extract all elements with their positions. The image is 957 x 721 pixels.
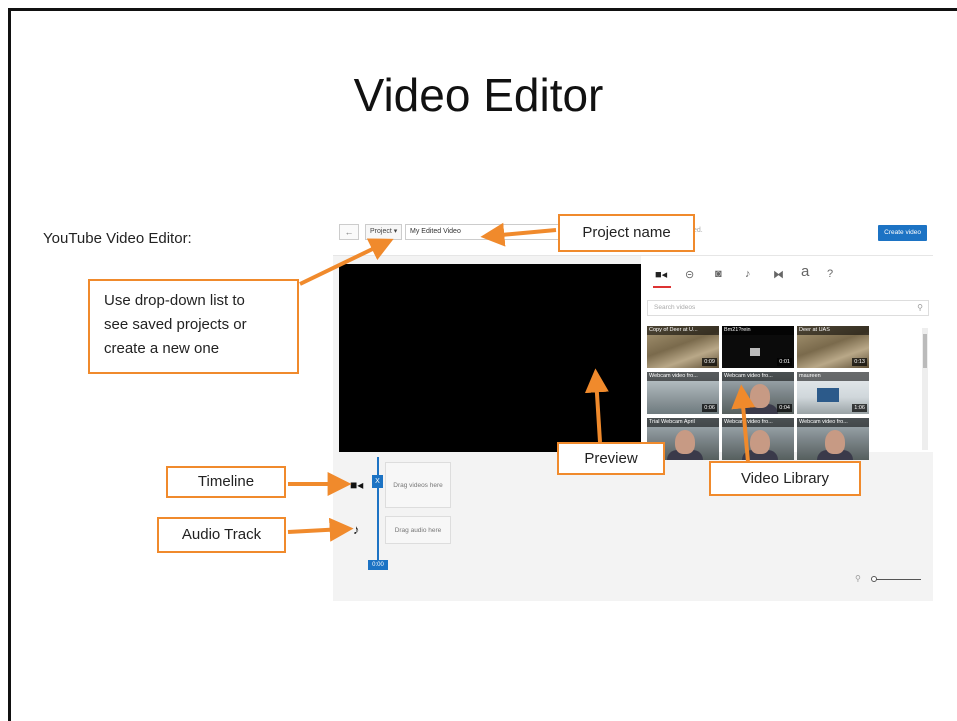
- video-thumbnail[interactable]: Webcam video fro... 0:06: [647, 372, 719, 414]
- text-icon[interactable]: a: [801, 263, 809, 280]
- thumb-face: [750, 430, 770, 454]
- video-thumbnail-title: Webcam video fro...: [722, 372, 794, 381]
- zoom-slider-handle[interactable]: [871, 576, 877, 582]
- video-thumbnail-title: Deer at UAS: [797, 326, 869, 335]
- drag-audio-dropzone[interactable]: Drag audio here: [385, 516, 451, 544]
- zoom-slider[interactable]: [875, 579, 921, 580]
- video-thumbnail-title: Webcam video fro...: [647, 372, 719, 381]
- video-thumbnail-title: Webcam video fro...: [797, 418, 869, 427]
- video-thumbnail[interactable]: Bm21?rein 0:01: [722, 326, 794, 368]
- library-tool-tabs: ■◂ ⊝ ◙ ♪ ⧓ a ?: [647, 260, 927, 288]
- thumb-screen: [817, 388, 839, 402]
- library-scrollbar-thumb[interactable]: [923, 334, 927, 368]
- search-placeholder: Search videos: [654, 304, 696, 311]
- video-thumbnail[interactable]: Webcam video fro...: [797, 418, 869, 460]
- drag-videos-dropzone[interactable]: Drag videos here: [385, 462, 451, 508]
- video-thumbnail[interactable]: Webcam video fro... 0:04: [722, 372, 794, 414]
- playhead-line[interactable]: [377, 457, 379, 566]
- video-thumbnail-title: Bm21?rein: [722, 326, 794, 335]
- video-thumbnail[interactable]: Copy of Deer at U... 0:09: [647, 326, 719, 368]
- bowtie-icon[interactable]: ⧓: [773, 268, 784, 281]
- video-thumbnail[interactable]: Deer at UAS 0:13: [797, 326, 869, 368]
- back-arrow-icon[interactable]: ←: [339, 224, 359, 240]
- video-thumbnail-title: Trial Webcam April: [647, 418, 719, 427]
- video-thumbnail[interactable]: Webcam video fro...: [722, 418, 794, 460]
- active-tab-indicator: [653, 286, 671, 288]
- search-videos-input[interactable]: Search videos ⚲: [647, 300, 929, 316]
- music-note-icon[interactable]: ♪: [745, 268, 751, 280]
- video-thumbnail-title: Copy of Deer at U...: [647, 326, 719, 335]
- intro-label: YouTube Video Editor:: [43, 230, 192, 247]
- create-video-button[interactable]: Create video: [878, 225, 927, 241]
- search-icon[interactable]: ⚲: [917, 301, 923, 315]
- audio-track-note-icon: ♪: [353, 522, 360, 537]
- video-thumbnail-duration: 0:13: [852, 358, 867, 366]
- video-thumbnail-duration: 0:09: [702, 358, 717, 366]
- slide-title: Video Editor: [353, 69, 604, 121]
- video-thumbnail-duration: 0:04: [777, 404, 792, 412]
- playhead-time: 0:00: [368, 560, 388, 570]
- video-thumbnail-duration: 1:06: [852, 404, 867, 412]
- callout-preview: Preview: [557, 442, 665, 475]
- thumb-face: [750, 384, 770, 408]
- video-thumbnail-duration: 0:06: [702, 404, 717, 412]
- project-dropdown-button[interactable]: Project ▾: [365, 224, 403, 240]
- callout-dropdown-line-3: create a new one: [104, 340, 220, 357]
- transitions-icon[interactable]: ⊝: [685, 268, 694, 281]
- video-preview-panel[interactable]: [339, 264, 641, 452]
- video-thumbnail-title: Webcam video fro...: [722, 418, 794, 427]
- thumb-highlight: [750, 348, 760, 356]
- callout-audio-track: Audio Track: [157, 517, 286, 553]
- video-camera-icon[interactable]: ■◂: [655, 268, 667, 281]
- zoom-icon: ⚲: [855, 574, 861, 583]
- help-icon[interactable]: ?: [827, 268, 833, 280]
- playhead-marker[interactable]: X: [372, 475, 383, 488]
- video-thumbnail-duration: 0:01: [777, 358, 792, 366]
- video-track-camera-icon: ■◂: [350, 478, 364, 492]
- thumb-face: [825, 430, 845, 454]
- thumb-face: [675, 430, 695, 454]
- callout-dropdown-help: Use drop-down list to see saved projects…: [88, 279, 299, 374]
- callout-project-name: Project name: [558, 214, 695, 252]
- photo-icon[interactable]: ◙: [715, 268, 722, 280]
- video-thumbnail-title: maureen: [797, 372, 869, 381]
- callout-timeline: Timeline: [166, 466, 286, 498]
- callout-dropdown-line-1: Use drop-down list to: [104, 292, 245, 309]
- callout-video-library: Video Library: [709, 461, 861, 496]
- callout-dropdown-line-2: see saved projects or: [104, 316, 247, 333]
- video-thumbnail[interactable]: maureen 1:06: [797, 372, 869, 414]
